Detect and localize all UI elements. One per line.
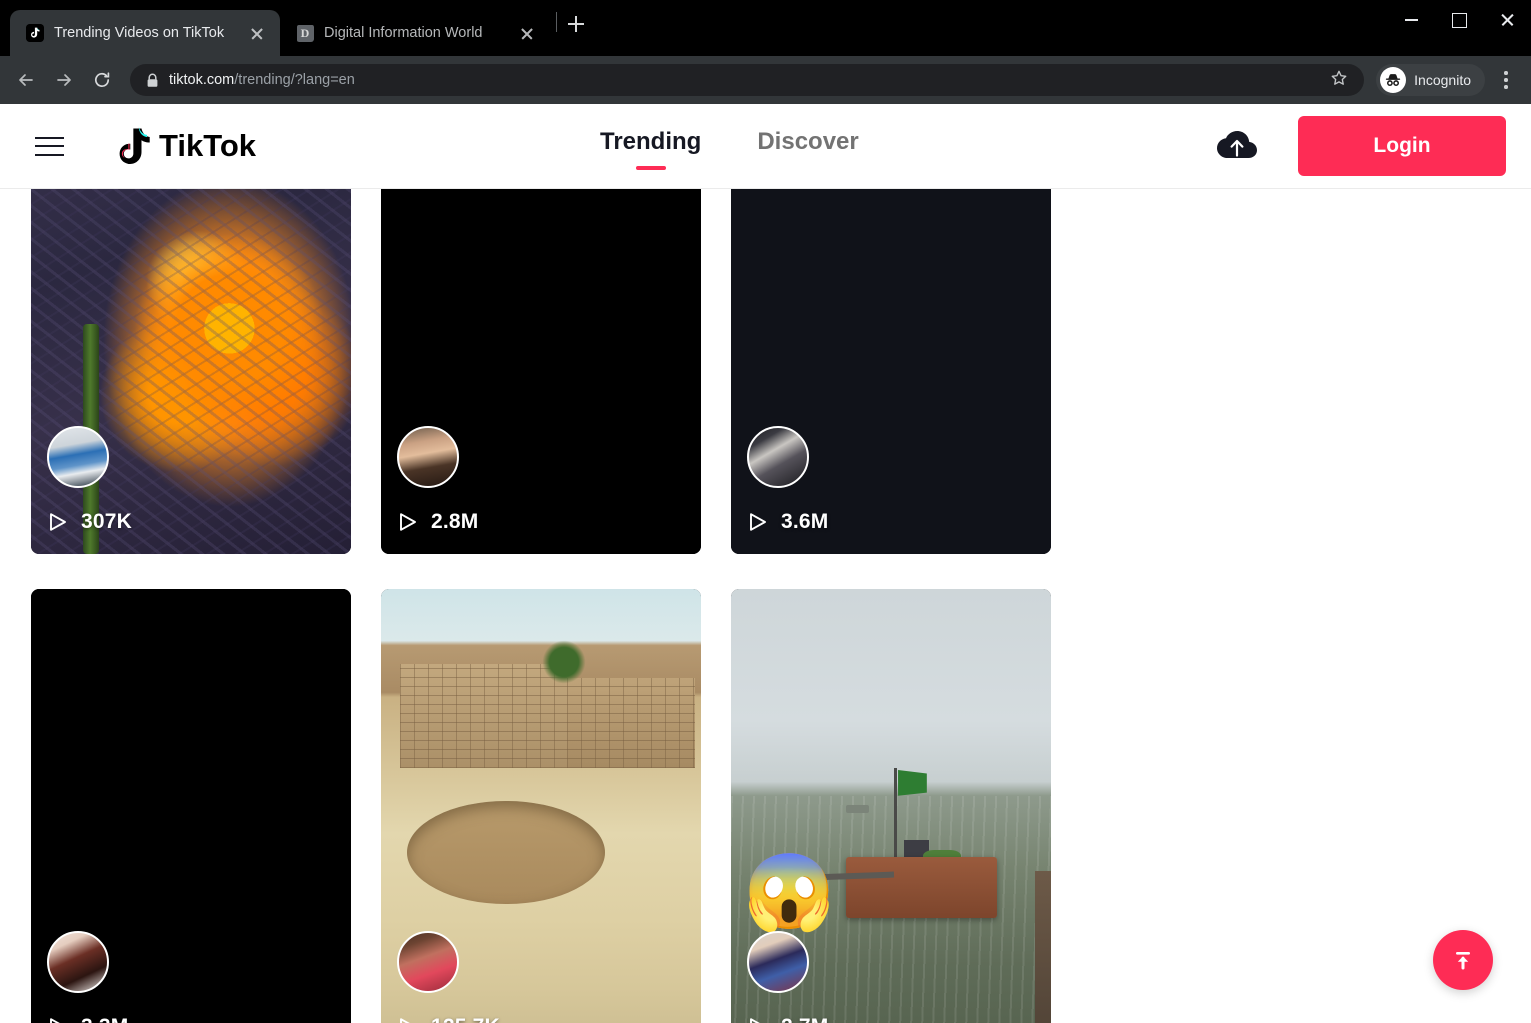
kebab-menu-icon[interactable]	[1489, 62, 1523, 98]
url-domain: tiktok.com	[169, 72, 235, 88]
video-thumbnail	[31, 189, 351, 554]
play-count-badge: 2.8M	[397, 510, 479, 534]
play-icon	[747, 1016, 769, 1023]
incognito-label: Incognito	[1414, 72, 1471, 88]
play-count-badge: 125.7K	[397, 1015, 500, 1023]
avatar[interactable]	[747, 931, 809, 993]
back-arrow-icon[interactable]	[8, 62, 44, 98]
play-icon	[397, 511, 419, 533]
video-card[interactable]: 😱 2.7M	[731, 589, 1051, 1023]
tiktok-logo[interactable]: TikTok	[111, 122, 279, 170]
play-count-value: 2.7M	[781, 1015, 829, 1023]
video-thumbnail	[731, 189, 1051, 554]
tab-separator	[556, 12, 557, 32]
window-controls	[1387, 0, 1531, 40]
tab-title: Trending Videos on TikTok	[54, 25, 225, 41]
url-path: /trending/?lang=en	[234, 72, 355, 88]
minimize-button[interactable]	[1387, 0, 1435, 40]
play-count-value: 2.8M	[431, 510, 479, 533]
browser-tab-digital-information-world[interactable]: D Digital Information World	[280, 10, 550, 56]
avatar[interactable]	[747, 426, 809, 488]
scroll-to-top-button[interactable]	[1433, 930, 1493, 990]
cloud-upload-icon[interactable]	[1216, 129, 1258, 163]
video-card[interactable]: 💋 2.8M	[381, 189, 701, 554]
address-bar[interactable]: tiktok.com/trending/?lang=en	[130, 64, 1365, 96]
play-icon	[47, 511, 69, 533]
star-icon[interactable]	[1330, 69, 1348, 92]
play-count-badge: 3.3M	[47, 1015, 129, 1023]
browser-tab-strip: Trending Videos on TikTok D Digital Info…	[0, 0, 1531, 56]
svg-text:TikTok: TikTok	[159, 128, 257, 163]
tab-title: Digital Information World	[324, 25, 483, 41]
forward-arrow-icon[interactable]	[46, 62, 82, 98]
tab-close-button[interactable]	[246, 22, 268, 44]
letter-d-favicon: D	[296, 24, 314, 42]
tab-discover[interactable]: Discover	[757, 128, 858, 164]
reload-icon[interactable]	[84, 62, 120, 98]
play-icon	[47, 1016, 69, 1023]
avatar[interactable]	[47, 426, 109, 488]
play-count-value: 3.6M	[781, 510, 829, 533]
close-window-button[interactable]	[1483, 0, 1531, 40]
tiktok-favicon	[26, 24, 44, 42]
address-bar-url: tiktok.com/trending/?lang=en	[169, 72, 1320, 88]
video-feed: 307K 💋 2.8M	[0, 189, 1531, 1023]
video-thumbnail	[381, 189, 701, 554]
video-card[interactable]: 125.7K	[381, 589, 701, 1023]
incognito-profile-badge[interactable]: Incognito	[1376, 64, 1485, 96]
video-card[interactable]: 3.6M	[731, 189, 1051, 554]
avatar[interactable]	[397, 426, 459, 488]
play-count-value: 125.7K	[431, 1015, 500, 1023]
tiktok-header: TikTok Trending Discover Login	[0, 104, 1531, 189]
play-count-badge: 2.7M	[747, 1015, 829, 1023]
login-button[interactable]: Login	[1298, 116, 1506, 176]
play-count-badge: 3.6M	[747, 510, 829, 534]
video-grid: 307K 💋 2.8M	[31, 189, 1081, 1023]
browser-window: Trending Videos on TikTok D Digital Info…	[0, 0, 1531, 1023]
video-card[interactable]: 307K	[31, 189, 351, 554]
play-count-value: 307K	[81, 510, 133, 533]
play-count-value: 3.3M	[81, 1015, 129, 1023]
browser-tab-tiktok[interactable]: Trending Videos on TikTok	[10, 10, 280, 56]
maximize-button[interactable]	[1435, 0, 1483, 40]
header-actions: Login	[1216, 116, 1506, 176]
video-card[interactable]: 3.3M	[31, 589, 351, 1023]
site-nav: Trending Discover	[600, 128, 859, 164]
screaming-face-emoji-icon: 😱	[743, 850, 836, 933]
new-tab-button[interactable]	[561, 9, 591, 39]
tab-close-button[interactable]	[516, 22, 538, 44]
tab-trending[interactable]: Trending	[600, 128, 701, 164]
incognito-icon	[1380, 67, 1407, 93]
avatar[interactable]	[397, 931, 459, 993]
avatar[interactable]	[47, 931, 109, 993]
play-icon	[397, 1016, 419, 1023]
page-viewport: TikTok Trending Discover Login 307K 2.8M…	[0, 104, 1531, 1023]
lock-icon	[146, 73, 159, 88]
play-count-badge: 307K	[47, 510, 132, 534]
browser-toolbar: tiktok.com/trending/?lang=en Incognito	[0, 56, 1531, 104]
play-icon	[747, 511, 769, 533]
hamburger-menu-icon[interactable]	[35, 131, 65, 161]
